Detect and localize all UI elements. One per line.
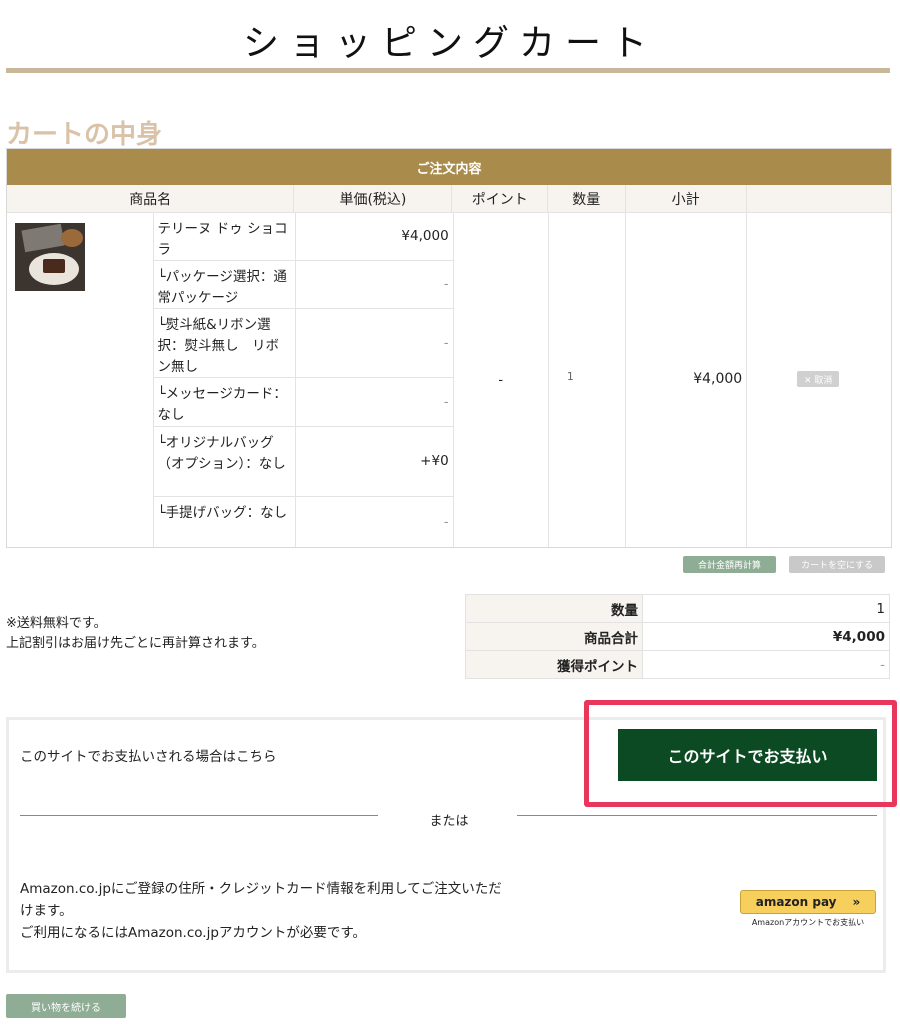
option-price: -: [296, 378, 453, 427]
or-separator: または: [429, 814, 469, 829]
col-subtotal: 小計: [626, 185, 747, 212]
option-package: └パッケージ選択：通常パッケージ: [153, 261, 295, 309]
summary-label: 獲得ポイント: [465, 650, 643, 679]
order-summary: 数量 1 商品合計 ¥4,000 獲得ポイント -: [465, 594, 890, 679]
col-points: ポイント: [452, 185, 548, 212]
remove-item-button[interactable]: ✕ 取消: [797, 371, 840, 387]
option-price: -: [296, 261, 453, 309]
quantity-cell: 1: [549, 213, 627, 547]
amazon-pay-text: Amazon.co.jpにご登録の住所・クレジットカード情報を利用してご注文いた…: [20, 881, 502, 897]
quantity-value[interactable]: 1: [567, 370, 574, 383]
product-price: ¥4,000: [296, 213, 453, 261]
option-message-card: └メッセージカード：なし: [153, 378, 295, 427]
cart-table: ご注文内容 商品名 単価(税込) ポイント 数量 小計 テリーヌ ドゥ ショコラ…: [6, 148, 892, 548]
option-noshi-ribbon: └熨斗紙&リボン選択：熨斗無し リボン無し: [153, 309, 295, 378]
amazon-pay-button[interactable]: amazon pay »: [740, 890, 876, 914]
highlight-box: [584, 700, 897, 807]
title-divider: [6, 68, 890, 73]
amazon-pay-label: amazon pay: [755, 895, 837, 909]
product-image[interactable]: [15, 223, 85, 291]
double-chevron-right-icon: »: [852, 895, 861, 909]
page-title: ショッピングカート: [242, 23, 657, 64]
table-row: テリーヌ ドゥ ショコラ └パッケージ選択：通常パッケージ └熨斗紙&リボン選択…: [7, 212, 891, 547]
summary-label: 数量: [465, 594, 643, 623]
summary-value: 1: [642, 594, 890, 623]
amazon-pay-text: けます。: [20, 903, 73, 919]
price-cell: ¥4,000 - - - +¥0 -: [296, 213, 454, 547]
site-payment-text: このサイトでお支払いされる場合はこちら: [20, 749, 277, 765]
divider-right: [517, 815, 877, 816]
option-price: +¥0: [296, 427, 453, 497]
product-cell: テリーヌ ドゥ ショコラ └パッケージ選択：通常パッケージ └熨斗紙&リボン選択…: [7, 213, 296, 547]
option-handbag: └手提げバッグ：なし: [157, 505, 288, 521]
col-unit-price: 単価(税込): [294, 185, 453, 212]
section-heading: カートの中身: [6, 120, 163, 150]
cart-table-header: ご注文内容: [7, 149, 891, 185]
col-quantity: 数量: [548, 185, 626, 212]
summary-value: ¥4,000: [642, 622, 890, 651]
points-cell: -: [454, 213, 549, 547]
continue-shopping-button[interactable]: 買い物を続ける: [6, 994, 126, 1018]
empty-cart-button[interactable]: カートを空にする: [789, 556, 885, 573]
amazon-pay-caption: Amazonアカウントでお支払い: [751, 918, 865, 927]
summary-value: -: [642, 650, 890, 679]
actions-cell: ✕ 取消: [747, 213, 891, 547]
free-shipping-note: ※送料無料です。: [6, 616, 107, 631]
points-value: -: [498, 373, 504, 388]
col-actions: [747, 185, 891, 212]
recalculate-button[interactable]: 合計金額再計算: [683, 556, 776, 573]
col-product-name: 商品名: [7, 185, 295, 212]
subtotal-value: ¥4,000: [693, 371, 743, 387]
option-original-bag: └オリジナルバッグ（オプション）：なし: [153, 427, 295, 497]
product-name[interactable]: テリーヌ ドゥ ショコラ: [153, 213, 295, 261]
cart-column-headers: 商品名 単価(税込) ポイント 数量 小計: [7, 185, 891, 212]
discount-note: 上記割引はお届け先ごとに再計算されます。: [6, 636, 265, 651]
amazon-pay-text: ご利用になるにはAmazon.co.jpアカウントが必要です。: [20, 925, 367, 941]
option-price: -: [443, 513, 449, 530]
option-price: -: [296, 309, 453, 378]
divider-left: [20, 815, 378, 816]
subtotal-cell: ¥4,000: [626, 213, 748, 547]
summary-label: 商品合計: [465, 622, 643, 651]
